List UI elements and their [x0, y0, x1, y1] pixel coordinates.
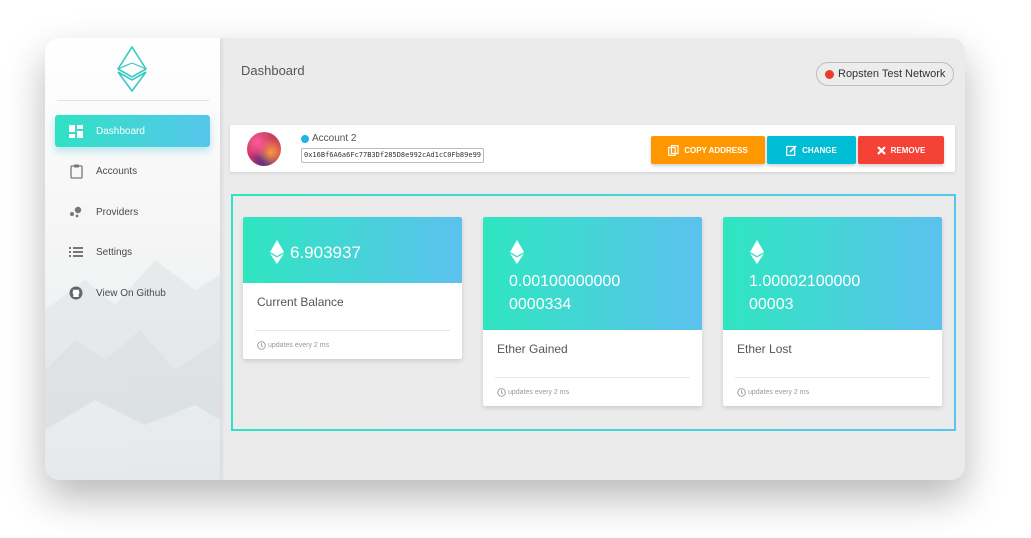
clipboard-icon — [67, 162, 85, 180]
clock-icon — [497, 388, 506, 397]
balance-value: 6.903937 — [290, 243, 361, 262]
card-label: Ether Lost — [737, 342, 792, 356]
providers-icon — [67, 203, 85, 221]
copy-address-button[interactable]: COPY ADDRESS — [651, 136, 765, 164]
ethereum-logo-icon — [117, 46, 147, 92]
sidebar-item-label: Dashboard — [96, 125, 145, 137]
card-header: 0.00100000000 0000334 — [483, 217, 702, 330]
avatar — [247, 132, 281, 166]
account-bar: Account 2 0x16Bf6A6a6Fc77B3Df285D8e992cA… — [230, 125, 955, 172]
copy-icon — [668, 144, 679, 156]
lost-value: 1.00002100000 00003 — [749, 270, 860, 316]
account-status-dot — [301, 134, 309, 143]
sidebar-item-accounts[interactable]: Accounts — [55, 155, 210, 187]
clock-icon — [737, 388, 746, 397]
sidebar-item-label: Settings — [96, 246, 133, 258]
remove-button[interactable]: REMOVE — [858, 136, 944, 164]
account-address[interactable]: 0x16Bf6A6a6Fc77B3Df285D8e992cAd1cC0Fb89e… — [301, 148, 485, 163]
card-footer-text: updates every 2 ms — [268, 342, 330, 349]
ether-icon — [750, 240, 764, 269]
card-label: Ether Gained — [497, 342, 568, 356]
clock-icon — [257, 341, 266, 350]
card-footer: updates every 2 ms — [257, 341, 329, 350]
lost-value-line2: 00003 — [749, 296, 794, 313]
page-title: Dashboard — [241, 63, 305, 78]
close-icon — [876, 145, 886, 155]
account-name: Account 2 — [301, 133, 356, 144]
sidebar: Dashboard Accounts Providers Settings Vi — [45, 38, 220, 480]
card-label: Current Balance — [257, 295, 344, 309]
sidebar-item-label: View On Github — [96, 287, 166, 299]
account-name-label: Account 2 — [312, 133, 357, 144]
sidebar-item-label: Providers — [96, 206, 139, 218]
edit-icon — [786, 144, 797, 156]
remove-label: REMOVE — [890, 145, 926, 155]
ether-lost-card: 1.00002100000 00003 Ether Lost updates e… — [723, 217, 942, 406]
sidebar-item-providers[interactable]: Providers — [55, 196, 210, 228]
card-footer: updates every 2 ms — [737, 388, 809, 397]
logo-divider — [57, 100, 209, 101]
app-window: Dashboard Accounts Providers Settings Vi — [45, 38, 965, 480]
copy-address-label: COPY ADDRESS — [684, 145, 748, 155]
card-divider — [735, 377, 930, 378]
card-header: 6.903937 — [243, 217, 462, 283]
card-footer-text: updates every 2 ms — [508, 389, 570, 396]
ether-icon — [510, 240, 524, 269]
sidebar-item-label: Accounts — [96, 165, 138, 177]
card-divider — [255, 330, 450, 331]
main-content: Dashboard Ropsten Test Network Account 2… — [220, 38, 965, 480]
change-label: CHANGE — [802, 145, 837, 155]
ether-gained-card: 0.00100000000 0000334 Ether Gained updat… — [483, 217, 702, 406]
sidebar-item-github[interactable]: View On Github — [55, 277, 210, 309]
github-icon — [67, 284, 85, 302]
lost-value-line1: 1.00002100000 — [749, 273, 861, 290]
card-footer-text: updates every 2 ms — [748, 389, 810, 396]
dashboard-icon — [67, 122, 85, 140]
gained-value-line2: 0000334 — [509, 296, 572, 313]
network-badge[interactable]: Ropsten Test Network — [816, 62, 955, 86]
card-footer: updates every 2 ms — [497, 388, 569, 397]
current-balance-card: 6.903937 Current Balance updates every 2… — [243, 217, 462, 359]
card-divider — [495, 377, 690, 378]
list-icon — [67, 243, 85, 261]
card-header: 1.00002100000 00003 — [723, 217, 942, 330]
network-label: Ropsten Test Network — [838, 68, 946, 80]
sidebar-item-dashboard[interactable]: Dashboard — [55, 115, 210, 147]
change-button[interactable]: CHANGE — [767, 136, 856, 164]
gained-value-line1: 0.00100000000 — [509, 273, 621, 290]
gained-value: 0.00100000000 0000334 — [509, 270, 620, 316]
sidebar-item-settings[interactable]: Settings — [55, 236, 210, 268]
ether-icon — [270, 240, 284, 269]
network-status-dot — [825, 69, 834, 79]
